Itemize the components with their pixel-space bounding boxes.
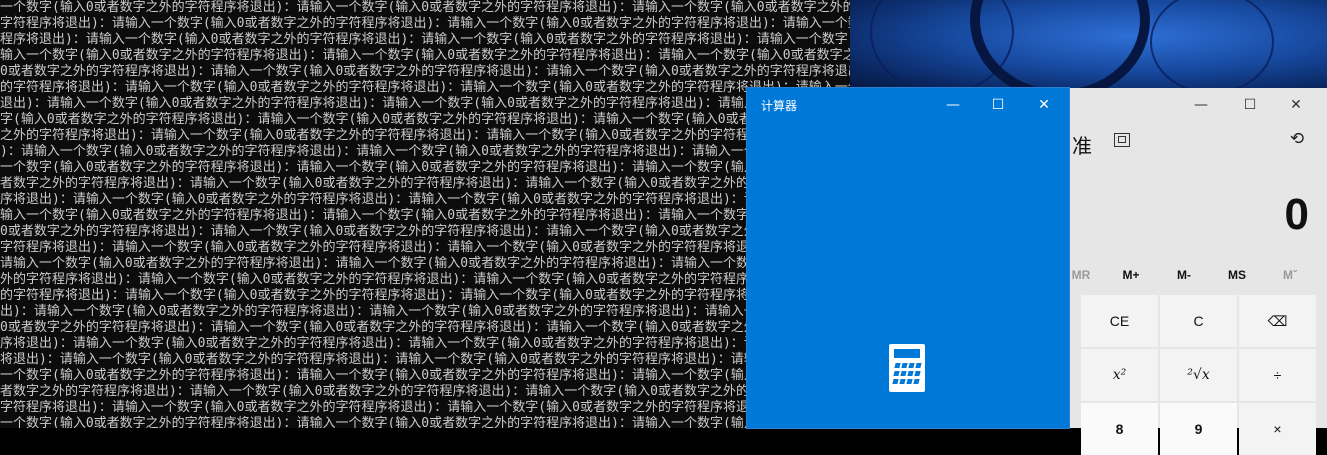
memory-add-button[interactable]: M+ xyxy=(1105,268,1157,288)
memory-subtract-button[interactable]: M- xyxy=(1158,268,1210,288)
console-line: 请输入一个数字(输入0或者数字之外的字符程序将退出)：请输入一个数字(输入0或者… xyxy=(0,256,850,271)
console-line: 的字符程序将退出)：请输入一个数字(输入0或者数字之外的字符程序将退出)：请输入… xyxy=(0,288,850,303)
digit-8-button[interactable]: 8 xyxy=(1081,403,1158,455)
close-button[interactable]: ✕ xyxy=(1273,88,1319,122)
console-line: 字符程序将退出)：请输入一个数字(输入0或者数字之外的字符程序将退出)：请输入一… xyxy=(0,400,850,415)
splash-maximize-button[interactable]: ☐ xyxy=(975,88,1021,122)
memory-store-button[interactable]: MS xyxy=(1211,268,1263,288)
console-line: 一个数字(输入0或者数字之外的字符程序将退出)：请输入一个数字(输入0或者数字之… xyxy=(0,416,850,428)
clear-entry-button[interactable]: CE xyxy=(1081,295,1158,347)
console-line: 0或者数字之外的字符程序将退出)：请输入一个数字(输入0或者数字之外的字符程序将… xyxy=(0,64,850,79)
console-line: 字符程序将退出)：请输入一个数字(输入0或者数字之外的字符程序将退出)：请输入一… xyxy=(0,16,850,31)
console-line: 输入一个数字(输入0或者数字之外的字符程序将退出)：请输入一个数字(输入0或者数… xyxy=(0,208,850,223)
console-line: 一个数字(输入0或者数字之外的字符程序将退出)：请输入一个数字(输入0或者数字之… xyxy=(0,368,850,383)
calculator-titlebar[interactable]: — ☐ ✕ xyxy=(1068,88,1327,122)
splash-close-button[interactable]: ✕ xyxy=(1021,88,1067,122)
calculator-icon xyxy=(889,344,925,392)
multiply-button[interactable]: × xyxy=(1239,403,1316,455)
console-line: 退出)：请输入一个数字(输入0或者数字之外的字符程序将退出)：请输入一个数字(输… xyxy=(0,96,850,111)
square-button[interactable]: x² xyxy=(1081,349,1158,401)
minimize-button[interactable]: — xyxy=(1178,88,1224,122)
console-line: 一个数字(输入0或者数字之外的字符程序将退出)：请输入一个数字(输入0或者数字之… xyxy=(0,160,850,175)
console-line: 输入一个数字(输入0或者数字之外的字符程序将退出)：请输入一个数字(输入0或者数… xyxy=(0,48,850,63)
digit-9-button[interactable]: 9 xyxy=(1160,403,1237,455)
console-line: 一个数字(输入0或者数字之外的字符程序将退出)：请输入一个数字(输入0或者数字之… xyxy=(0,0,850,15)
history-icon[interactable]: ⟲ xyxy=(1288,130,1306,148)
divide-button[interactable]: ÷ xyxy=(1239,349,1316,401)
memory-list-button[interactable]: Mˇ xyxy=(1264,268,1316,288)
keep-on-top-icon[interactable] xyxy=(1114,133,1130,147)
maximize-button[interactable]: ☐ xyxy=(1227,88,1273,122)
console-line: 者数字之外的字符程序将退出)：请输入一个数字(输入0或者数字之外的字符程序将退出… xyxy=(0,176,850,191)
calculator-mode-title: 准 xyxy=(1072,134,1092,158)
console-line: 序将退出)：请输入一个数字(输入0或者数字之外的字符程序将退出)：请输入一个数字… xyxy=(0,336,850,351)
console-line: 外的字符程序将退出)：请输入一个数字(输入0或者数字之外的字符程序将退出)：请输… xyxy=(0,272,850,287)
console-line: 之外的字符程序将退出)：请输入一个数字(输入0或者数字之外的字符程序将退出)：请… xyxy=(0,128,850,143)
console-line: 序将退出)：请输入一个数字(输入0或者数字之外的字符程序将退出)：请输入一个数字… xyxy=(0,192,850,207)
calculator-splash-window[interactable]: 计算器 — ☐ ✕ xyxy=(747,88,1069,428)
clear-button[interactable]: C xyxy=(1160,295,1237,347)
console-line: )：请输入一个数字(输入0或者数字之外的字符程序将退出)：请输入一个数字(输入0… xyxy=(0,144,850,159)
backspace-button[interactable]: ⌫ xyxy=(1239,295,1316,347)
desktop-wallpaper xyxy=(850,0,1327,90)
calculator-window[interactable]: — ☐ ✕ 准 ⟲ 0 MR M+ M- MS Mˇ CE C ⌫ x² ²√x… xyxy=(1068,88,1327,455)
console-line: 者数字之外的字符程序将退出)：请输入一个数字(输入0或者数字之外的字符程序将退出… xyxy=(0,384,850,399)
console-window[interactable]: 一个数字(输入0或者数字之外的字符程序将退出)：请输入一个数字(输入0或者数字之… xyxy=(0,0,850,428)
console-line: 字(输入0或者数字之外的字符程序将退出)：请输入一个数字(输入0或者数字之外的字… xyxy=(0,112,850,127)
splash-title: 计算器 xyxy=(761,99,798,113)
console-line: 的字符程序将退出)：请输入一个数字(输入0或者数字之外的字符程序将退出)：请输入… xyxy=(0,80,850,95)
console-line: 出)：请输入一个数字(输入0或者数字之外的字符程序将退出)：请输入一个数字(输入… xyxy=(0,304,850,319)
console-line: 0或者数字之外的字符程序将退出)：请输入一个数字(输入0或者数字之外的字符程序将… xyxy=(0,320,850,335)
console-line: 0或者数字之外的字符程序将退出)：请输入一个数字(输入0或者数字之外的字符程序将… xyxy=(0,224,850,239)
console-line: 将退出)：请输入一个数字(输入0或者数字之外的字符程序将退出)：请输入一个数字(… xyxy=(0,352,850,367)
splash-minimize-button[interactable]: — xyxy=(930,88,976,122)
cube-root-button[interactable]: ²√x xyxy=(1160,349,1237,401)
console-line: 程序将退出)：请输入一个数字(输入0或者数字之外的字符程序将退出)：请输入一个数… xyxy=(0,32,850,47)
console-line: 字符程序将退出)：请输入一个数字(输入0或者数字之外的字符程序将退出)：请输入一… xyxy=(0,240,850,255)
calculator-display: 0 xyxy=(1284,190,1309,239)
